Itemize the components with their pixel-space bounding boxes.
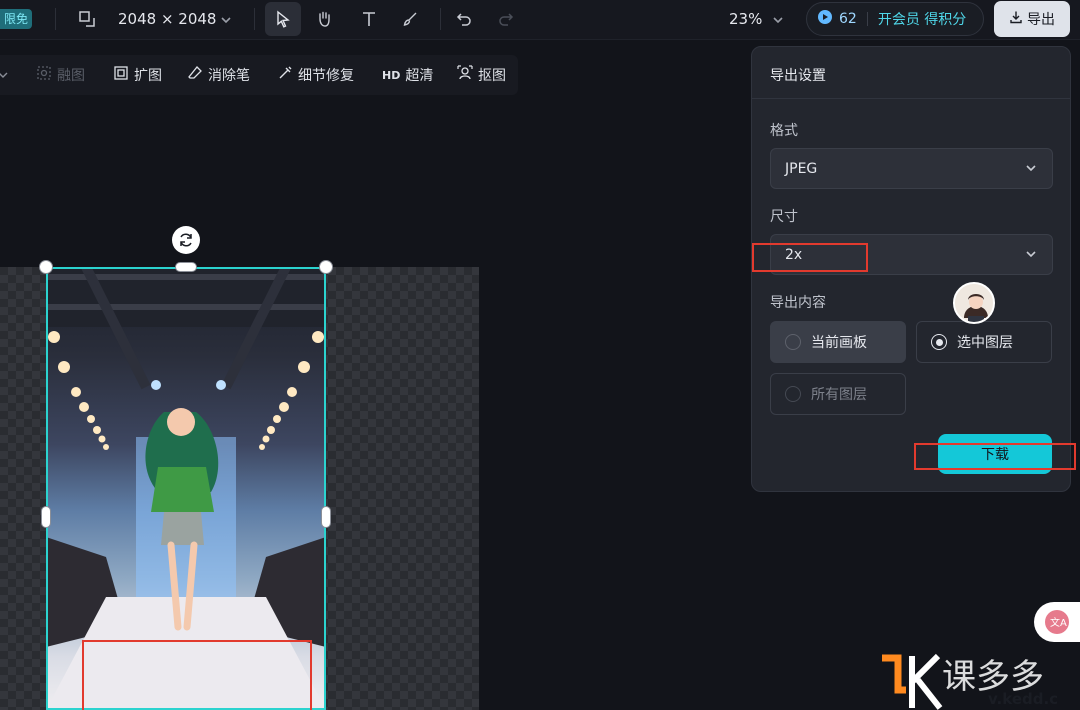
radio-unchecked-icon (785, 334, 801, 350)
tool-blend[interactable]: 融图 (36, 55, 85, 95)
undo-icon[interactable] (453, 8, 475, 30)
text-tool-icon[interactable] (358, 8, 380, 30)
credit-coin-icon (817, 9, 833, 29)
tool-hd[interactable]: HD 超清 (382, 55, 433, 95)
tool-label: 细节修复 (298, 68, 354, 84)
resize-canvas-icon[interactable] (76, 8, 98, 30)
format-select[interactable]: JPEG (770, 148, 1053, 189)
chevron-down-icon[interactable] (216, 10, 236, 30)
top-toolbar: 限免 2048 × 2048 23% 62 开会员 得积分 导出 (0, 0, 1080, 40)
credits-count: 62 (839, 11, 857, 27)
annotation-highlight-box (914, 443, 1076, 470)
option-all-layers[interactable]: 所有图层 (770, 373, 906, 415)
divider (752, 98, 1070, 99)
annotation-highlight-box (82, 640, 312, 710)
tool-label: 消除笔 (208, 68, 250, 84)
resize-handle-left[interactable] (41, 506, 51, 528)
download-icon (1009, 10, 1023, 28)
divider (866, 12, 868, 26)
chevron-down-icon[interactable] (768, 10, 788, 30)
tool-expand[interactable]: 扩图 (113, 55, 162, 95)
chevron-down-icon (1024, 161, 1038, 179)
eraser-icon (187, 65, 203, 85)
watermark-url: v.kedd.c (988, 690, 1058, 708)
chevron-down-icon[interactable] (0, 55, 8, 95)
export-button[interactable]: 导出 (994, 1, 1070, 37)
option-selected-layer[interactable]: 选中图层 (916, 321, 1052, 363)
credits-pill[interactable]: 62 开会员 得积分 (806, 2, 984, 36)
tool-label: 融图 (57, 68, 85, 84)
translate-icon[interactable]: 文A (1034, 602, 1080, 642)
resize-handle-top-left[interactable] (39, 260, 53, 274)
tool-label: 扩图 (134, 68, 162, 84)
edit-tools-bar: 融图 扩图 消除笔 细节修复 HD 超清 抠图 (0, 55, 518, 95)
resize-handle-top[interactable] (175, 262, 197, 272)
annotation-highlight-box (752, 243, 868, 272)
tool-cutout[interactable]: 抠图 (457, 55, 506, 95)
hand-tool-icon[interactable] (313, 8, 335, 30)
cutout-icon (457, 65, 473, 85)
rotate-icon[interactable] (172, 226, 200, 254)
divider (55, 8, 56, 30)
avatar[interactable] (953, 282, 995, 324)
option-label: 选中图层 (957, 335, 1013, 351)
select-tool-icon[interactable] (265, 2, 301, 36)
panel-title: 导出设置 (770, 68, 826, 84)
content-label: 导出内容 (770, 295, 826, 311)
hd-icon: HD (382, 68, 401, 82)
zoom-level[interactable]: 23% (729, 10, 762, 28)
export-label: 导出 (1027, 12, 1055, 28)
option-current-board[interactable]: 当前画板 (770, 321, 906, 363)
divider (254, 8, 255, 30)
svg-text:文A: 文A (1050, 616, 1067, 629)
blend-icon (36, 65, 52, 85)
option-label: 当前画板 (811, 335, 867, 351)
format-label: 格式 (770, 123, 798, 139)
divider (440, 8, 441, 30)
format-value: JPEG (785, 160, 818, 177)
expand-icon (113, 65, 129, 85)
tool-label: 抠图 (478, 68, 506, 84)
radio-checked-icon (931, 334, 947, 350)
size-label: 尺寸 (770, 209, 798, 225)
promo-badge: 限免 (0, 9, 33, 29)
resize-handle-right[interactable] (321, 506, 331, 528)
redo-icon[interactable] (495, 8, 517, 30)
chevron-down-icon (1024, 247, 1038, 265)
canvas-size-selector[interactable]: 2048 × 2048 (118, 10, 216, 28)
tool-label: 超清 (405, 68, 434, 84)
repair-icon (277, 65, 293, 85)
tool-eraser[interactable]: 消除笔 (187, 55, 250, 95)
brush-tool-icon[interactable] (399, 8, 421, 30)
option-label: 所有图层 (811, 387, 867, 403)
watermark-logo: 课多多 v.kedd.c (880, 650, 1080, 710)
vip-link[interactable]: 开会员 得积分 (878, 9, 966, 29)
resize-handle-top-right[interactable] (319, 260, 333, 274)
tool-detail-repair[interactable]: 细节修复 (277, 55, 354, 95)
radio-unchecked-icon (785, 386, 801, 402)
